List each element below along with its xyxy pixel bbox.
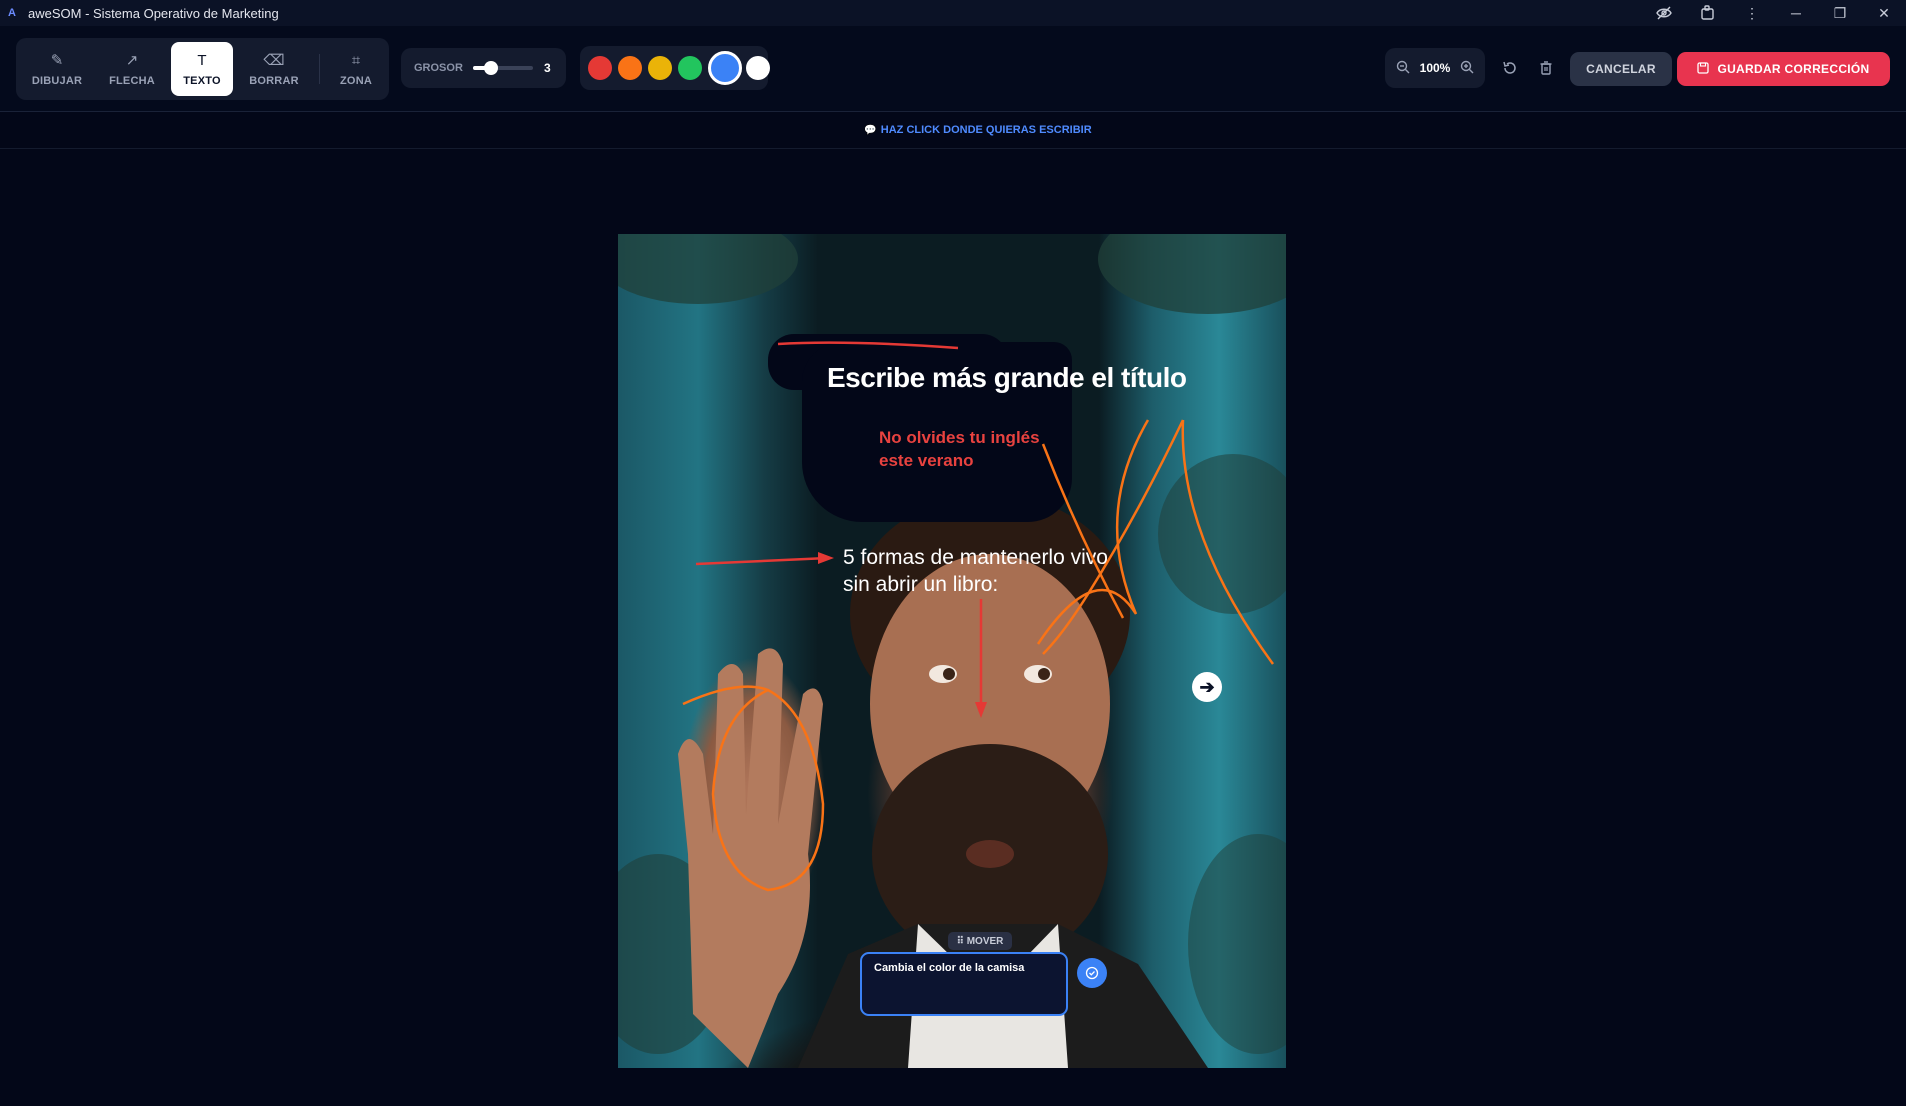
tool-flecha[interactable]: ↗ FLECHA [101,42,163,96]
color-swatch-blue[interactable] [708,51,742,85]
annotation-arrowhead-red [818,552,834,564]
tool-label: TEXTO [183,74,221,87]
grosor-control: GROSOR 3 [401,48,566,88]
annotation-arrowhead-red-vertical [975,702,987,718]
zoom-out-icon[interactable] [1396,60,1410,77]
grosor-label: GROSOR [414,62,463,74]
eye-off-icon[interactable] [1642,0,1686,26]
color-swatch-white[interactable] [746,56,770,80]
minimize-icon[interactable]: ─ [1774,0,1818,26]
tool-zona[interactable]: ⌗ ZONA [325,42,387,96]
tool-label: ZONA [340,74,372,87]
zoom-control: 100% [1385,48,1485,88]
annotation-circle-orange [682,685,825,892]
tool-texto[interactable]: T TEXTO [171,42,233,96]
tool-label: DIBUJAR [31,74,83,87]
annotation-cross-orange [1036,419,1150,645]
speech-bubble-icon: 💬 [864,125,877,136]
zoom-in-icon[interactable] [1460,60,1474,77]
save-correction-button[interactable]: GUARDAR CORRECCIÓN [1677,52,1890,86]
window-controls: ⋮ ─ ❐ ✕ [1642,0,1906,26]
eraser-icon: ⌫ [263,51,285,69]
extensions-icon[interactable] [1686,0,1730,26]
window-title: aweSOM - Sistema Operativo de Marketing [28,5,279,21]
color-swatch-yellow[interactable] [648,56,672,80]
color-palette [580,46,770,90]
color-swatch-green[interactable] [678,56,702,80]
annotation-cross-orange [1042,419,1185,655]
hint-message: 💬 HAZ CLICK DONDE QUIERAS ESCRIBIR [864,124,1091,136]
tool-borrar[interactable]: ⌫ BORRAR [243,42,305,96]
annotation-scribble-red [777,341,959,350]
tool-group: ✎ DIBUJAR ↗ FLECHA T TEXTO ⌫ BORRAR ⌗ ZO… [16,38,389,100]
grosor-slider[interactable] [473,61,533,75]
save-icon [1697,61,1710,77]
editor-toolbar: ✎ DIBUJAR ↗ FLECHA T TEXTO ⌫ BORRAR ⌗ ZO… [0,26,1906,112]
pencil-icon: ✎ [50,51,64,69]
mover-handle[interactable]: ⠿ MOVER [948,932,1012,950]
title-bar: A aweSOM - Sistema Operativo de Marketin… [0,0,1906,26]
hint-text: HAZ CLICK DONDE QUIERAS ESCRIBIR [880,124,1092,136]
tool-divider [319,54,320,84]
crop-icon: ⌗ [351,51,361,69]
trash-icon[interactable] [1534,56,1558,80]
text-icon: T [197,51,207,69]
annotation-arrow-red [695,556,829,566]
tool-label: BORRAR [249,74,299,87]
confirm-check-icon[interactable] [1077,958,1107,988]
restore-icon[interactable]: ❐ [1818,0,1862,26]
app-logo-icon: A [8,7,16,19]
tool-label: FLECHA [109,74,155,87]
color-swatch-red[interactable] [588,56,612,80]
annotation-text-input[interactable]: Cambia el color de la camisa [860,952,1068,1016]
tool-dibujar[interactable]: ✎ DIBUJAR [26,42,88,96]
grosor-slider-thumb[interactable] [484,61,498,75]
arrow-up-right-icon: ↗ [125,51,139,69]
zoom-value: 100% [1419,61,1451,75]
annotation-cross-orange [1181,419,1275,665]
image-canvas[interactable]: Escribe más grande el título No olvides … [618,234,1286,1068]
close-icon[interactable]: ✕ [1862,0,1906,26]
hint-bar: 💬 HAZ CLICK DONDE QUIERAS ESCRIBIR [0,112,1906,149]
grosor-value: 3 [544,61,551,75]
more-vertical-icon[interactable]: ⋮ [1730,0,1774,26]
undo-icon[interactable] [1498,56,1522,80]
cancel-button[interactable]: CANCELAR [1570,52,1672,86]
save-correction-label: GUARDAR CORRECCIÓN [1717,62,1870,76]
color-swatch-orange[interactable] [618,56,642,80]
